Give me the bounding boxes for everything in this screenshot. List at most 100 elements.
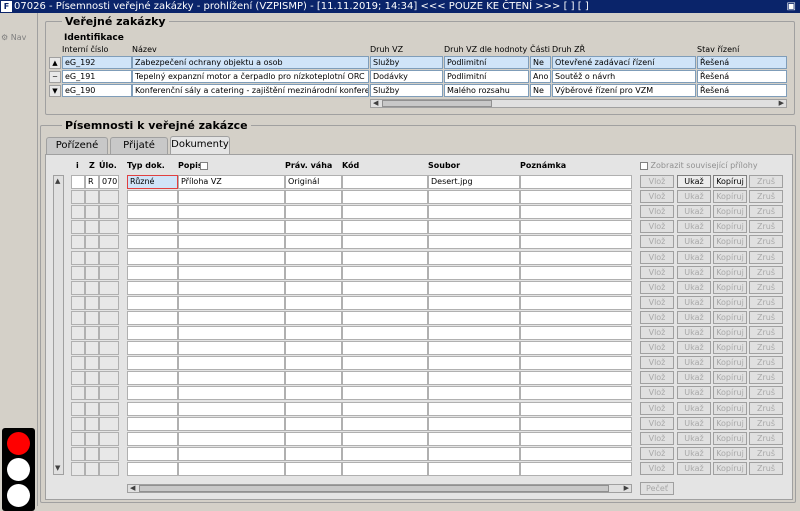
- ukaz-button[interactable]: Ukaž: [677, 311, 711, 324]
- document-cell[interactable]: [85, 356, 99, 370]
- document-cell[interactable]: [428, 462, 520, 476]
- document-cell[interactable]: [285, 281, 342, 295]
- document-cell[interactable]: [342, 326, 428, 340]
- zakazky-cell[interactable]: Zabezpečení ochrany objektu a osob: [132, 56, 369, 69]
- document-cell[interactable]: [71, 432, 85, 446]
- kopiruj-button[interactable]: Kopíruj: [713, 417, 747, 430]
- document-cell[interactable]: [342, 356, 428, 370]
- zrus-button[interactable]: Zruš: [749, 296, 783, 309]
- zrus-button[interactable]: Zruš: [749, 175, 783, 188]
- document-cell[interactable]: [178, 447, 285, 461]
- document-cell[interactable]: [285, 417, 342, 431]
- document-cell[interactable]: [127, 417, 178, 431]
- zrus-button[interactable]: Zruš: [749, 462, 783, 475]
- document-cell[interactable]: Desert.jpg: [428, 175, 520, 189]
- zakazky-cell[interactable]: Řešená: [697, 70, 787, 83]
- document-cell[interactable]: [71, 235, 85, 249]
- document-cell[interactable]: [99, 402, 119, 416]
- document-cell[interactable]: [285, 326, 342, 340]
- zakazky-cell[interactable]: eG_192: [62, 56, 132, 69]
- document-cell[interactable]: [520, 235, 632, 249]
- kopiruj-button[interactable]: Kopíruj: [713, 281, 747, 294]
- kopiruj-button[interactable]: Kopíruj: [713, 371, 747, 384]
- zakazky-cell[interactable]: Podlimitní: [444, 70, 529, 83]
- document-cell[interactable]: [71, 266, 85, 280]
- document-cell[interactable]: [178, 417, 285, 431]
- vloz-button[interactable]: Vlož: [640, 341, 674, 354]
- kopiruj-button[interactable]: Kopíruj: [713, 356, 747, 369]
- document-cell[interactable]: [127, 205, 178, 219]
- documents-vscroll[interactable]: ▲ ▼: [53, 175, 64, 475]
- document-cell[interactable]: [99, 220, 119, 234]
- document-cell[interactable]: Různé: [127, 175, 178, 189]
- document-cell[interactable]: [285, 205, 342, 219]
- document-cell[interactable]: [428, 190, 520, 204]
- vloz-button[interactable]: Vlož: [640, 326, 674, 339]
- document-cell[interactable]: [520, 266, 632, 280]
- tab-prijate[interactable]: Přijaté: [110, 137, 168, 154]
- vloz-button[interactable]: Vlož: [640, 371, 674, 384]
- ukaz-button[interactable]: Ukaž: [677, 447, 711, 460]
- vloz-button[interactable]: Vlož: [640, 251, 674, 264]
- zrus-button[interactable]: Zruš: [749, 190, 783, 203]
- document-cell[interactable]: [285, 235, 342, 249]
- document-cell[interactable]: [71, 417, 85, 431]
- vloz-button[interactable]: Vlož: [640, 447, 674, 460]
- vloz-button[interactable]: Vlož: [640, 356, 674, 369]
- zakazky-cell[interactable]: Malého rozsahu: [444, 84, 529, 97]
- ukaz-button[interactable]: Ukaž: [677, 356, 711, 369]
- vloz-button[interactable]: Vlož: [640, 432, 674, 445]
- scroll-left-icon[interactable]: ◀: [130, 485, 135, 492]
- document-cell[interactable]: [520, 371, 632, 385]
- zrus-button[interactable]: Zruš: [749, 432, 783, 445]
- kopiruj-button[interactable]: Kopíruj: [713, 462, 747, 475]
- document-cell[interactable]: [285, 371, 342, 385]
- document-cell[interactable]: [85, 386, 99, 400]
- document-cell[interactable]: [428, 386, 520, 400]
- document-cell[interactable]: [99, 462, 119, 476]
- ukaz-button[interactable]: Ukaž: [677, 462, 711, 475]
- document-cell[interactable]: [285, 266, 342, 280]
- ukaz-button[interactable]: Ukaž: [677, 371, 711, 384]
- vloz-button[interactable]: Vlož: [640, 190, 674, 203]
- zakazky-cell[interactable]: Konferenční sály a catering - zajištění …: [132, 84, 369, 97]
- document-cell[interactable]: [342, 220, 428, 234]
- restore-window-icon[interactable]: ▣: [787, 0, 796, 13]
- document-cell[interactable]: [71, 190, 85, 204]
- document-cell[interactable]: [85, 190, 99, 204]
- document-cell[interactable]: [85, 341, 99, 355]
- document-cell[interactable]: [520, 341, 632, 355]
- scroll-left-icon[interactable]: ◀: [373, 100, 378, 107]
- document-cell[interactable]: [428, 326, 520, 340]
- document-cell[interactable]: [99, 266, 119, 280]
- document-cell[interactable]: [85, 326, 99, 340]
- document-cell[interactable]: [99, 371, 119, 385]
- vloz-button[interactable]: Vlož: [640, 462, 674, 475]
- document-cell[interactable]: [85, 402, 99, 416]
- document-cell[interactable]: [71, 386, 85, 400]
- kopiruj-button[interactable]: Kopíruj: [713, 402, 747, 415]
- document-cell[interactable]: [520, 386, 632, 400]
- document-cell[interactable]: [127, 447, 178, 461]
- kopiruj-button[interactable]: Kopíruj: [713, 326, 747, 339]
- zakazky-cell[interactable]: Tepelný expanzní motor a čerpadlo pro ní…: [132, 70, 369, 83]
- document-cell[interactable]: [85, 205, 99, 219]
- zrus-button[interactable]: Zruš: [749, 205, 783, 218]
- vloz-button[interactable]: Vlož: [640, 296, 674, 309]
- document-cell[interactable]: [127, 251, 178, 265]
- document-cell[interactable]: [428, 432, 520, 446]
- zakazky-cell[interactable]: Dodávky: [370, 70, 443, 83]
- document-cell[interactable]: [342, 281, 428, 295]
- document-cell[interactable]: [99, 386, 119, 400]
- document-cell[interactable]: [127, 432, 178, 446]
- show-related-checkbox[interactable]: [640, 161, 648, 170]
- zrus-button[interactable]: Zruš: [749, 326, 783, 339]
- documents-hscroll[interactable]: ◀ ▶: [127, 484, 632, 493]
- ukaz-button[interactable]: Ukaž: [677, 235, 711, 248]
- scroll-right-icon[interactable]: ▶: [779, 100, 784, 107]
- zakazky-cell[interactable]: Služby: [370, 84, 443, 97]
- document-cell[interactable]: [71, 296, 85, 310]
- document-cell[interactable]: [285, 341, 342, 355]
- vloz-button[interactable]: Vlož: [640, 386, 674, 399]
- document-cell[interactable]: [99, 341, 119, 355]
